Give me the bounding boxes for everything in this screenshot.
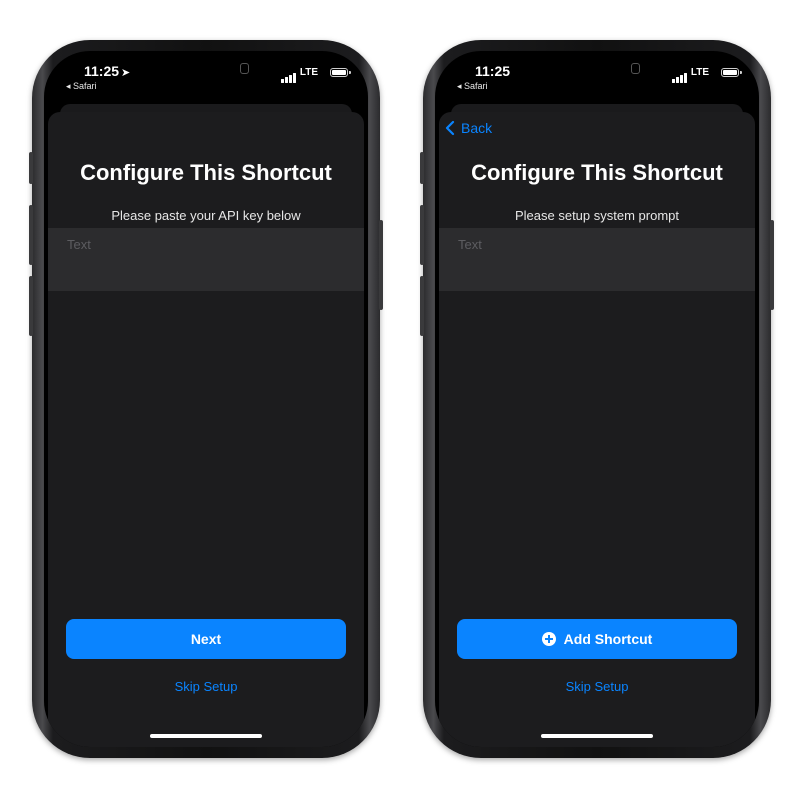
- add-shortcut-button-label: Add Shortcut: [563, 631, 653, 647]
- system-prompt-input[interactable]: [458, 237, 738, 252]
- status-bar: 11:25 ➤ ◂ Safari LTE: [44, 51, 368, 111]
- network-type: LTE: [690, 67, 709, 78]
- api-key-field[interactable]: [48, 228, 364, 291]
- power-button: [379, 220, 383, 310]
- back-button[interactable]: Back: [445, 120, 492, 136]
- phone-screen: 11:25 ◂ Safari LTE Back Configure This S…: [435, 51, 759, 747]
- volume-up-button: [420, 205, 424, 265]
- system-prompt-field[interactable]: [439, 228, 755, 291]
- back-to-app-link[interactable]: ◂ Safari: [457, 81, 488, 92]
- sheet-subtitle: Please setup system prompt: [514, 208, 680, 223]
- action-button: [420, 152, 424, 184]
- sheet-title: Configure This Shortcut: [80, 160, 332, 185]
- cellular-signal-icon: [281, 73, 296, 83]
- configure-sheet: Back Configure This Shortcut Please setu…: [439, 112, 755, 747]
- home-indicator[interactable]: [541, 734, 653, 738]
- location-arrow-icon: ➤: [121, 67, 131, 79]
- volume-up-button: [29, 205, 33, 265]
- volume-down-button: [420, 276, 424, 336]
- skip-setup-link[interactable]: Skip Setup: [439, 679, 755, 694]
- add-shortcut-button[interactable]: Add Shortcut: [457, 619, 737, 659]
- network-type: LTE: [299, 67, 318, 78]
- status-bar: 11:25 ◂ Safari LTE: [435, 51, 759, 111]
- next-button-label: Next: [190, 631, 222, 647]
- action-button: [29, 152, 33, 184]
- status-time: 11:25: [475, 63, 511, 79]
- back-to-app-link[interactable]: ◂ Safari: [66, 81, 97, 92]
- cellular-signal-icon: [672, 73, 687, 83]
- skip-setup-link[interactable]: Skip Setup: [48, 679, 364, 694]
- configure-sheet: Configure This Shortcut Please paste you…: [48, 112, 364, 747]
- camera-notch: [240, 63, 249, 74]
- sheet-title: Configure This Shortcut: [471, 160, 723, 185]
- phone-screen: 11:25 ➤ ◂ Safari LTE Configure This Short…: [44, 51, 368, 747]
- phone-left: 11:25 ➤ ◂ Safari LTE Configure This Short…: [29, 40, 383, 758]
- power-button: [770, 220, 774, 310]
- back-button-label: Back: [461, 120, 493, 136]
- home-indicator[interactable]: [150, 734, 262, 738]
- api-key-input[interactable]: [67, 237, 347, 252]
- chevron-left-icon: [445, 120, 455, 136]
- volume-down-button: [29, 276, 33, 336]
- plus-circle-icon: [541, 632, 556, 646]
- battery-icon: [330, 68, 348, 77]
- status-time: 11:25 ➤: [84, 63, 131, 79]
- battery-icon: [721, 68, 739, 77]
- next-button[interactable]: Next: [66, 619, 346, 659]
- phone-right: 11:25 ◂ Safari LTE Back Configure This S…: [420, 40, 774, 758]
- camera-notch: [631, 63, 640, 74]
- sheet-subtitle: Please paste your API key below: [111, 208, 301, 223]
